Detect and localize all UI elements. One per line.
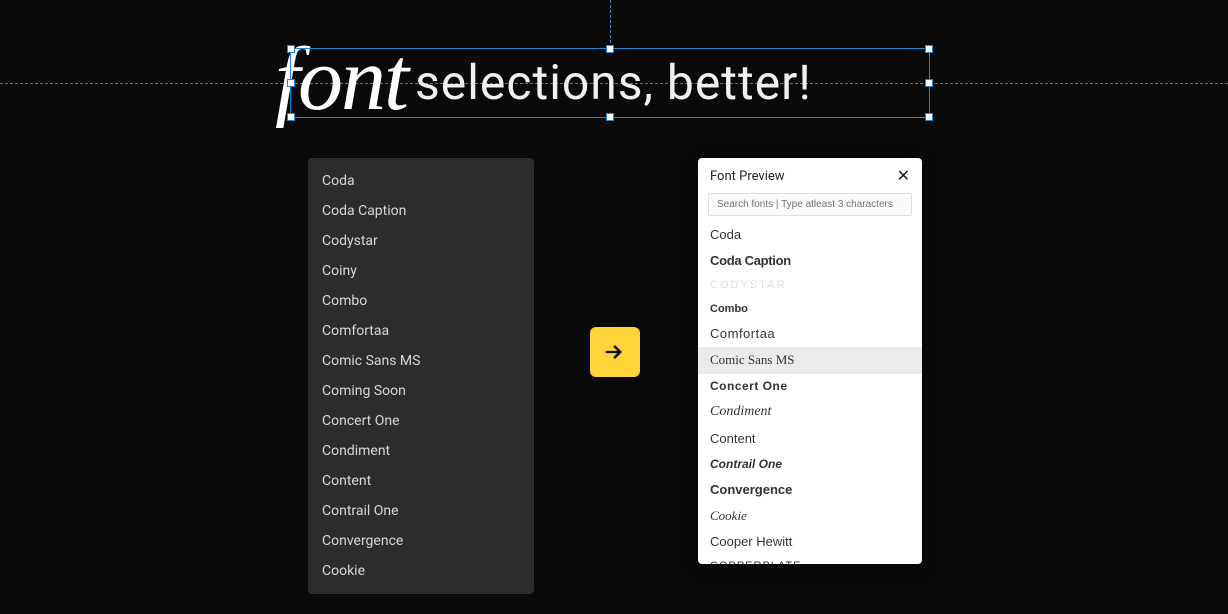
list-item[interactable]: Coda Caption (308, 196, 534, 226)
list-item[interactable]: Condiment (698, 398, 922, 426)
resize-handle-bottom-middle[interactable] (606, 113, 614, 121)
list-item[interactable]: Content (698, 426, 922, 452)
list-item[interactable]: Codystar (308, 226, 534, 256)
resize-handle-top-left[interactable] (287, 45, 295, 53)
list-item[interactable]: Content (308, 466, 534, 496)
list-item[interactable]: Comic Sans MS (308, 346, 534, 376)
font-preview-title: Font Preview (710, 169, 785, 184)
list-item[interactable]: Coiny (308, 256, 534, 286)
list-item[interactable]: Cooper Hewitt (698, 529, 922, 555)
list-item[interactable]: Contrail One (308, 496, 534, 526)
list-item[interactable]: Contrail One (698, 452, 922, 477)
list-item[interactable]: Convergence (308, 526, 534, 556)
font-preview-list[interactable]: CodaCoda CaptionCODYSTARComboComfortaaCo… (698, 222, 922, 564)
search-wrap (698, 192, 922, 222)
list-item[interactable]: Cookie (698, 503, 922, 529)
search-input[interactable] (708, 193, 912, 216)
resize-handle-top-right[interactable] (925, 45, 933, 53)
list-item[interactable]: Cookie (308, 556, 534, 586)
list-item[interactable]: Coda Caption (698, 248, 922, 274)
resize-handle-bottom-right[interactable] (925, 113, 933, 121)
list-item[interactable]: Coming Soon (308, 376, 534, 406)
close-icon[interactable]: ✕ (897, 168, 910, 184)
list-item[interactable]: CODYSTAR (698, 274, 922, 297)
list-item[interactable]: Combo (698, 298, 922, 321)
list-item[interactable]: Coda (308, 166, 534, 196)
resize-handle-top-middle[interactable] (606, 45, 614, 53)
font-preview-header: Font Preview ✕ (698, 158, 922, 192)
list-item[interactable]: Condiment (308, 436, 534, 466)
resize-handle-middle-left[interactable] (287, 79, 295, 87)
list-item[interactable]: Concert One (308, 406, 534, 436)
list-item[interactable]: Concert One (698, 374, 922, 399)
default-font-dropdown: CodaCoda CaptionCodystarCoinyComboComfor… (308, 158, 534, 594)
selection-bounding-box[interactable] (290, 48, 930, 118)
resize-handle-bottom-left[interactable] (287, 113, 295, 121)
list-item[interactable]: Convergence (698, 477, 922, 503)
list-item[interactable]: Comfortaa (308, 316, 534, 346)
list-item[interactable]: Comic Sans MS (698, 347, 922, 373)
list-item[interactable]: Copperplate (698, 555, 922, 564)
arrow-icon (590, 327, 640, 377)
list-item[interactable]: Comfortaa (698, 321, 922, 347)
list-item[interactable]: Coda (698, 222, 922, 248)
list-item[interactable]: Combo (308, 286, 534, 316)
font-preview-panel: Font Preview ✕ CodaCoda CaptionCODYSTARC… (698, 158, 922, 564)
resize-handle-middle-right[interactable] (925, 79, 933, 87)
